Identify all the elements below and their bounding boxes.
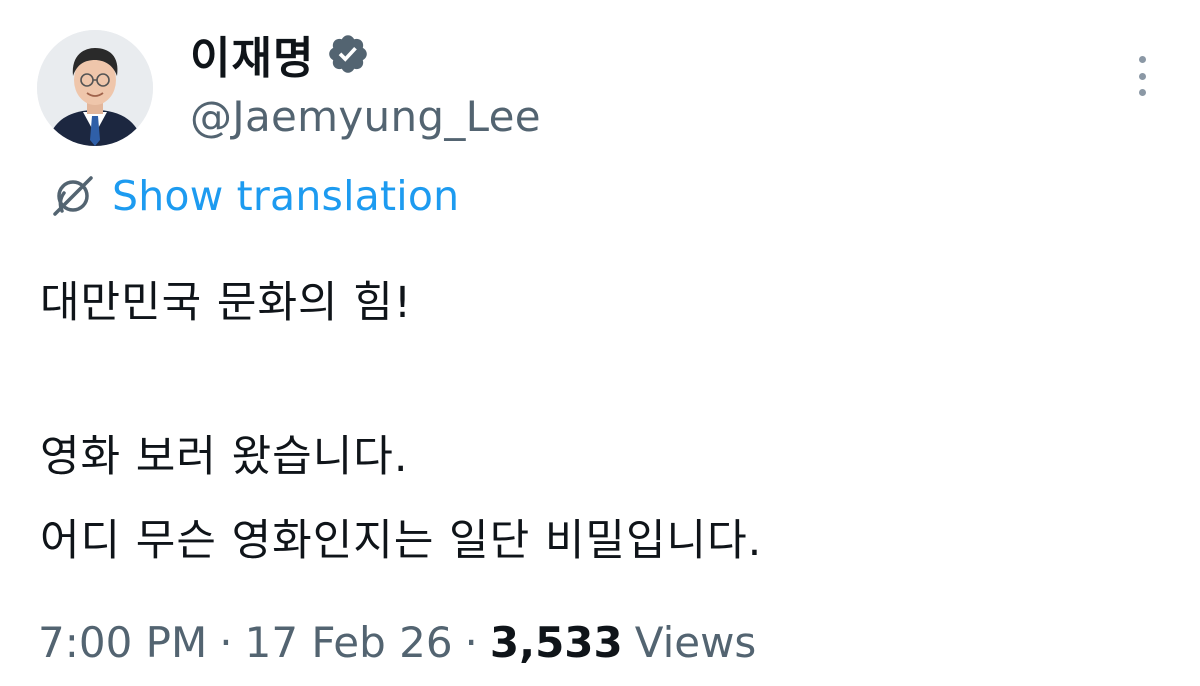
more-dot (1138, 56, 1146, 63)
avatar[interactable] (37, 30, 153, 146)
author-display-name[interactable]: 이재명 (190, 22, 314, 86)
tweet-text-line: 영화 보러 왔습니다. (40, 432, 409, 482)
meta-separator: · (464, 617, 478, 667)
show-translation-label[interactable]: Show translation (112, 172, 459, 220)
more-dot (1138, 89, 1146, 96)
more-dot (1138, 72, 1146, 80)
tweet-text-line: 대만민국 문화의 힘! (40, 278, 413, 328)
tweet-date[interactable]: 17 Feb 26 (245, 618, 453, 667)
more-vertical-icon[interactable] (1128, 56, 1156, 96)
meta-separator: · (219, 617, 233, 667)
author-handle[interactable]: @Jaemyung_Lee (190, 92, 541, 141)
views-count[interactable]: 3,533 (490, 618, 623, 667)
tweet-time[interactable]: 7:00 PM (38, 618, 207, 667)
profile-photo (37, 30, 153, 146)
views-label[interactable]: Views (635, 618, 757, 667)
verified-badge-icon (326, 32, 370, 76)
tweet-card: 이재명 @Jaemyung_Lee Show translation 대만민국 … (0, 0, 1200, 686)
tweet-text-line: 어디 무슨 영화인지는 일단 비밀입니다. (40, 516, 763, 566)
author-name-row: 이재명 (190, 22, 370, 86)
translate-globe-icon (48, 171, 98, 221)
show-translation-button[interactable]: Show translation (48, 168, 459, 224)
tweet-meta: 7:00 PM · 17 Feb 26 · 3,533 Views (38, 612, 756, 672)
